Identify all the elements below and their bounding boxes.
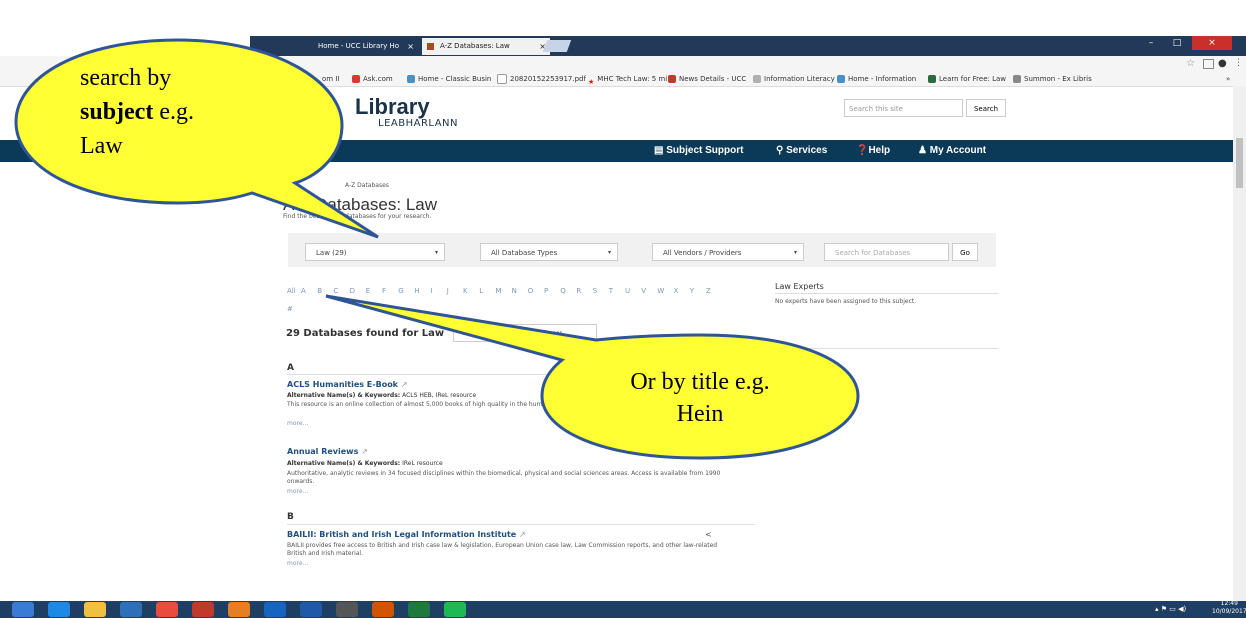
chrome-icon[interactable]	[156, 602, 178, 617]
taskbar-clock[interactable]: 12:49 10/09/2017	[1212, 600, 1246, 616]
ie-icon[interactable]	[48, 602, 70, 617]
firefox-icon[interactable]	[228, 602, 250, 617]
language-icon[interactable]	[192, 602, 214, 617]
system-tray[interactable]: ▴ ⚑ ▭ ◀)	[1155, 602, 1186, 617]
windows-taskbar	[0, 601, 1246, 618]
subject-callout-bubble	[14, 38, 379, 239]
explorer-icon[interactable]	[84, 602, 106, 617]
subject-callout-text: search by subject e.g. Law	[80, 65, 194, 159]
hat-icon[interactable]	[336, 602, 358, 617]
word-icon[interactable]	[300, 602, 322, 617]
outlook-icon[interactable]	[264, 602, 286, 617]
title-callout-text: Or by title e.g. Hein	[630, 369, 770, 427]
start-icon[interactable]	[12, 602, 34, 617]
powerpoint-icon[interactable]	[372, 602, 394, 617]
spotify-icon[interactable]	[444, 602, 466, 617]
excel-icon[interactable]	[408, 602, 430, 617]
media-icon[interactable]	[120, 602, 142, 617]
